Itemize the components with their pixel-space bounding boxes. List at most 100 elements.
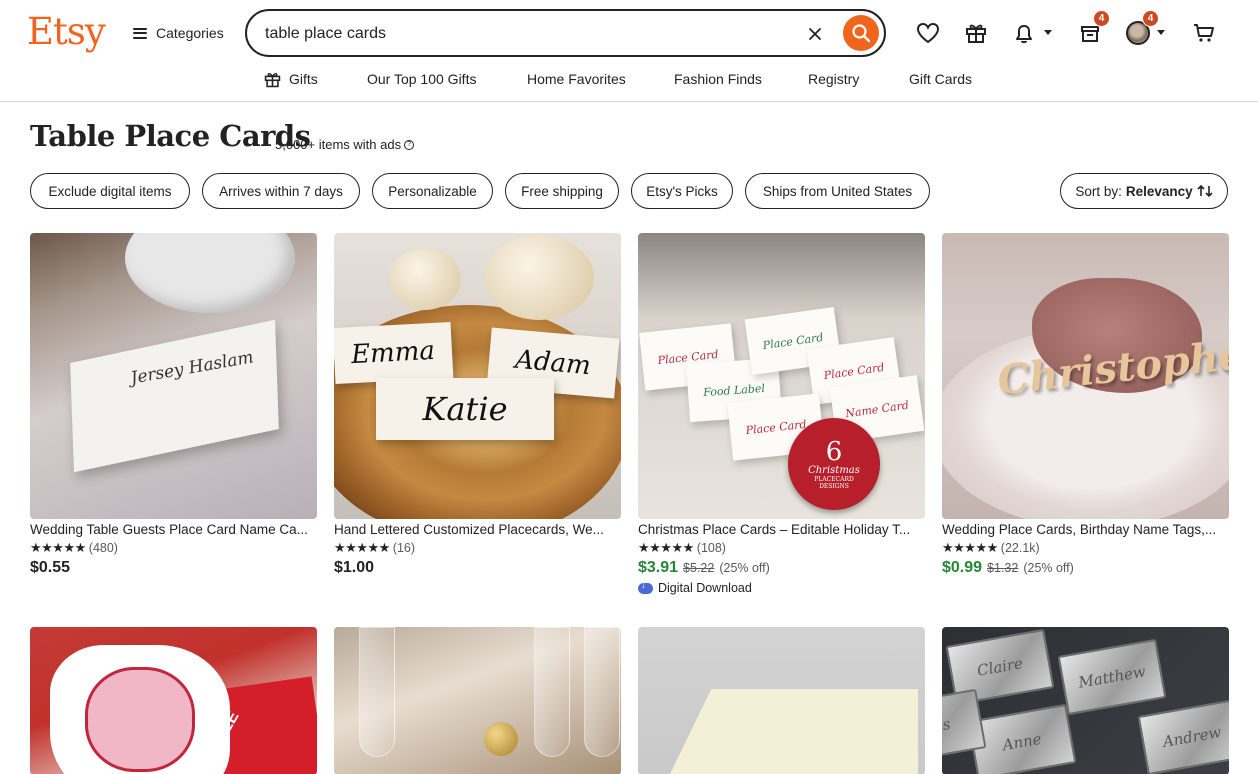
review-count: (480) [88,541,118,555]
filter-ships-from-us[interactable]: Ships from United States [745,173,930,209]
listing-price: $1.00 [334,559,375,576]
gift-icon [966,24,986,43]
seal-line-1: Christmas [808,464,860,476]
cart-button[interactable] [1191,20,1217,46]
categories-button[interactable]: Categories [133,22,224,44]
review-count: (16) [392,541,416,555]
nav-item-gifts[interactable]: Gifts [264,69,318,89]
results-count: 5,000+ items with ads ? [275,137,415,152]
listing-image[interactable]: Jersey Haslam [30,233,317,519]
review-count: (22.1k) [1000,541,1040,555]
listing-price: $0.99 [942,559,983,576]
seal-number: 6 [825,436,843,467]
filter-arrives-7-days[interactable]: Arrives within 7 days [202,173,360,209]
glass-art [534,627,570,757]
nav-item-label: Gifts [289,71,318,87]
listing-image[interactable] [334,627,621,774]
filter-personalizable[interactable]: Personalizable [372,173,493,209]
listing-image[interactable]: Place Card Food Label Place Card Place C… [638,233,925,519]
search-bar [245,9,886,57]
nav-item-fashion-finds[interactable]: Fashion Finds [674,69,762,89]
clear-search-button[interactable] [804,23,826,45]
discount-label: (25% off) [1023,561,1074,575]
listing-rating: ★★★★★ (16) [334,540,621,556]
star-rating-icon: ★★★★★ [942,540,998,555]
digital-download-label: Digital Download [658,581,752,595]
metal-tile-art: Andrew [1137,698,1229,774]
search-icon [852,24,871,43]
results-count-text: 5,000+ items with ads [275,137,402,152]
search-button[interactable] [843,15,879,51]
glass-art [359,627,395,757]
listing-card[interactable] [334,627,621,774]
listing-title[interactable]: Wedding Place Cards, Birthday Name Tags,… [942,522,1229,537]
listing-image[interactable]: ELLE [30,627,317,774]
listing-card[interactable]: Christopher Wedding Place Cards, Birthda… [942,233,1229,577]
original-price: $5.22 [683,561,715,575]
gift-icon [264,72,281,87]
glass-art [584,627,620,757]
listing-card[interactable]: ELLE [30,627,317,774]
nav-item-label: Home Favorites [527,71,626,87]
place-card-art: Emma [334,321,454,385]
help-icon[interactable]: ? [404,139,415,150]
nav-item-home-favorites[interactable]: Home Favorites [527,69,626,89]
listing-card[interactable] [638,627,925,774]
listing-price: $3.91 [638,559,679,576]
heart-icon [916,22,940,44]
listing-image[interactable]: Emma Adam Katie [334,233,621,519]
place-card-art: Katie [376,378,554,440]
account-badge: 4 [1142,10,1159,27]
chevron-down-icon[interactable] [1157,30,1165,35]
gift-mode-button[interactable] [963,20,989,46]
filter-free-shipping[interactable]: Free shipping [505,173,619,209]
review-count: (108) [696,541,726,555]
discount-label: (25% off) [719,561,770,575]
category-nav: Gifts Our Top 100 Gifts Home Favorites F… [0,69,1258,89]
listing-card[interactable]: Emma Adam Katie Hand Lettered Customized… [334,233,621,577]
page-title: Table Place Cards [30,119,311,153]
listing-card[interactable]: Claire Matthew Andrew Anne Jules [942,627,1229,774]
cloud-download-icon [638,580,653,594]
sort-arrows-icon [1197,184,1213,198]
listing-price: $0.55 [30,559,71,576]
chevron-down-icon[interactable] [1044,30,1052,35]
listing-rating: ★★★★★ (108) [638,540,925,556]
shop-badge: 4 [1093,10,1110,27]
site-header: Etsy Categories 4 4 Gifts Our Top [0,0,1258,102]
nav-item-gift-cards[interactable]: Gift Cards [909,69,972,89]
listing-image[interactable]: Claire Matthew Andrew Anne Jules [942,627,1229,774]
menu-icon [133,27,147,39]
listing-image[interactable] [638,627,925,774]
sort-label: Sort by: [1075,183,1122,199]
notifications-button[interactable] [1011,20,1037,46]
nav-item-registry[interactable]: Registry [808,69,859,89]
price-row: $0.55 [30,559,317,577]
pumpkin-art [484,235,594,320]
star-rating-icon: ★★★★★ [638,540,694,555]
star-rating-icon: ★★★★★ [334,540,390,555]
place-card-art [70,319,279,473]
listing-card[interactable]: Place Card Food Label Place Card Place C… [638,233,925,595]
listing-title[interactable]: Hand Lettered Customized Placecards, We.… [334,522,621,537]
listing-rating: ★★★★★ (480) [30,540,317,556]
digital-download-tag: Digital Download [638,580,925,595]
plate-art [125,233,295,313]
sort-dropdown[interactable]: Sort by: Relevancy [1060,173,1228,209]
etsy-logo[interactable]: Etsy [27,10,106,53]
listing-title[interactable]: Wedding Table Guests Place Card Name Ca.… [30,522,317,537]
price-row: $1.00 [334,559,621,577]
ornament-art [484,722,518,756]
listing-rating: ★★★★★ (22.1k) [942,540,1229,556]
listing-title[interactable]: Christmas Place Cards – Editable Holiday… [638,522,925,537]
search-input[interactable] [265,21,785,47]
listing-image[interactable]: Christopher [942,233,1229,519]
favorites-button[interactable] [915,20,941,46]
filter-etsys-picks[interactable]: Etsy's Picks [631,173,733,209]
listing-card[interactable]: Jersey Haslam Wedding Table Guests Place… [30,233,317,577]
nav-item-top-100-gifts[interactable]: Our Top 100 Gifts [367,69,476,89]
nav-item-label: Registry [808,71,860,87]
filter-exclude-digital[interactable]: Exclude digital items [30,173,190,209]
nav-item-label: Our Top 100 Gifts [367,71,477,87]
seal-line-2: PLACECARD DESIGNS [814,475,854,490]
